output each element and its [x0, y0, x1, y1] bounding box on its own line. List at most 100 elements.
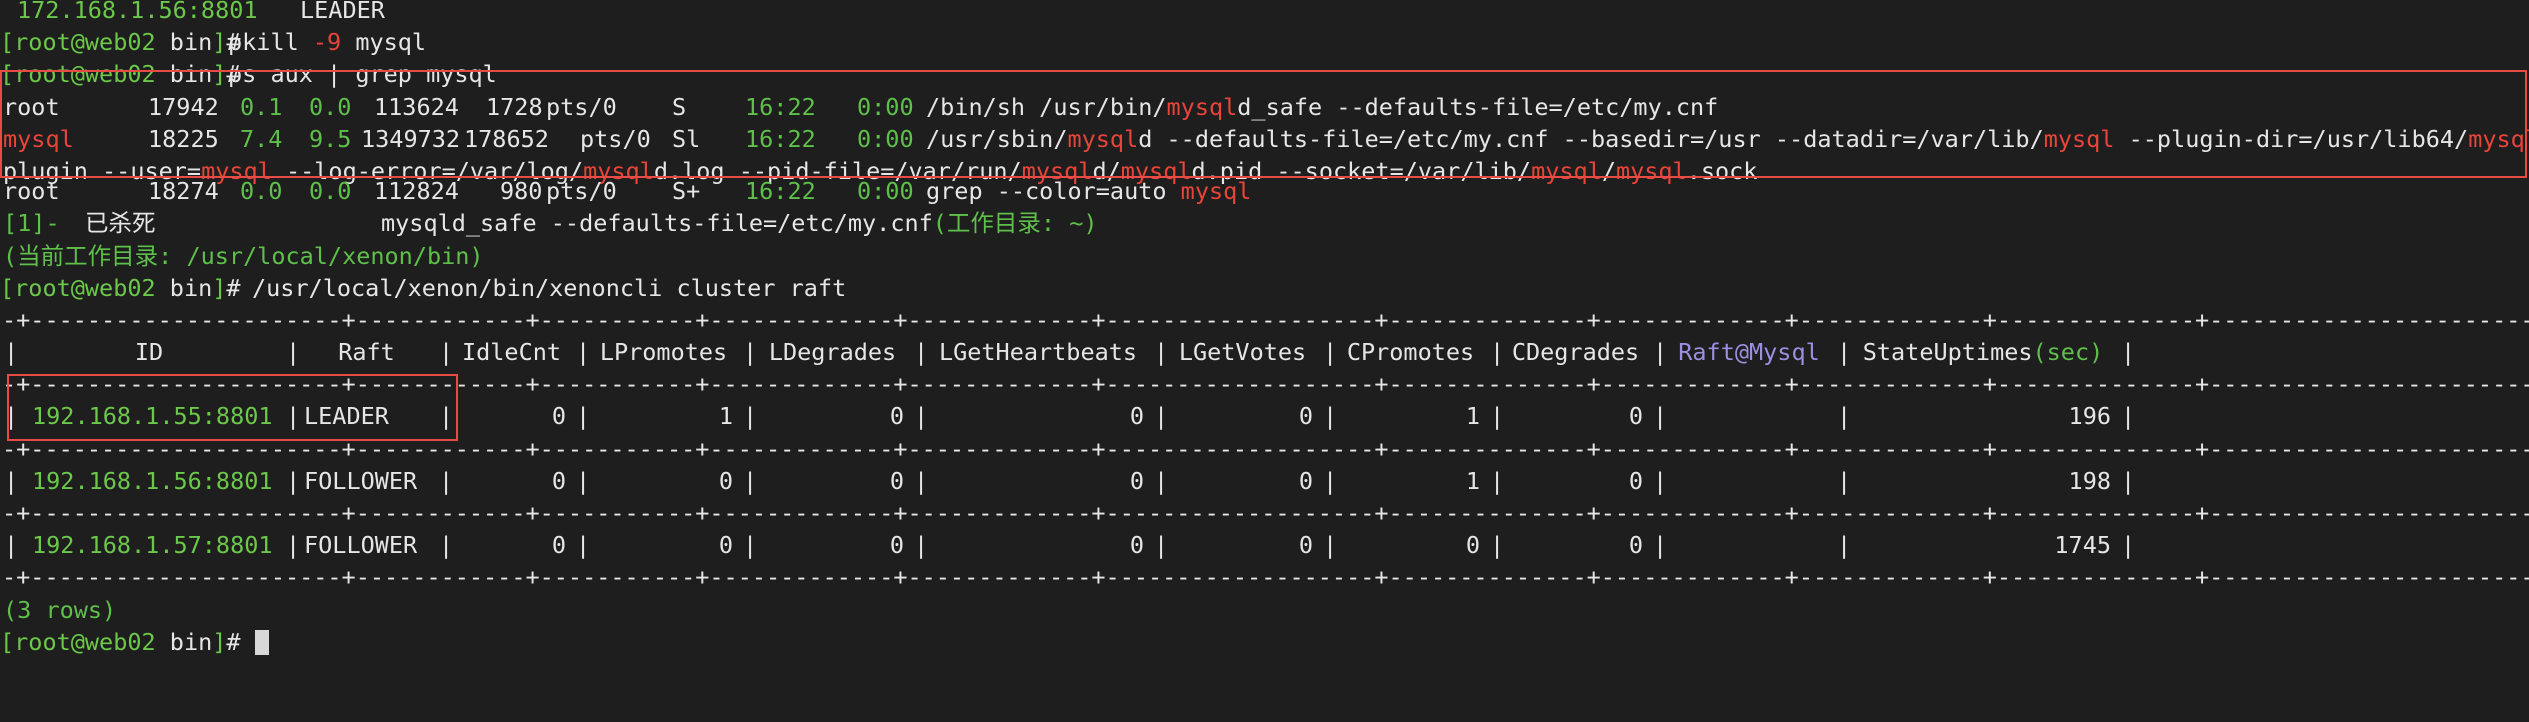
ps-row: mysql 18225 7.4 9.5 1349732 178652 pts/0…	[0, 123, 2529, 155]
ps-start: 16:22	[745, 177, 816, 206]
cursor[interactable]	[254, 629, 269, 655]
table-cell: 0	[551, 531, 566, 560]
ps-rss: 980	[500, 177, 543, 206]
ps-pid: 18225	[148, 124, 219, 153]
ps-vsz: 112824	[374, 177, 459, 206]
cwd-text: (当前工作目录: /usr/local/xenon/bin)	[3, 241, 484, 270]
table-border: -+----------------------+------------+--…	[2, 563, 2529, 592]
table-header-cell: LDegrades	[768, 338, 897, 367]
ps-row: root 17942 0.1 0.0 113624 1728 pts/0 S 1…	[0, 91, 2529, 123]
table-cell: 0	[718, 531, 733, 560]
ps-stat: S	[672, 92, 687, 121]
job-killed-line: [1]- 已杀死 mysqld_safe --defaults-file=/et…	[0, 207, 2529, 239]
table-cell: 0	[1628, 531, 1643, 560]
prev-row-role: LEADER	[300, 0, 385, 24]
ps-mem: 0.0	[309, 92, 352, 121]
table-header-cell: StateUptimes(sec)	[1862, 338, 2104, 367]
table-cell: 198	[2068, 466, 2111, 495]
ps-tty: pts/0	[546, 177, 617, 206]
ps-user: root	[3, 92, 60, 121]
table-cell: 0	[1298, 531, 1313, 560]
prompt-line-pkill: [root@web02 bin]# pkill -9 mysql	[0, 26, 2529, 58]
table-cell: 196	[2068, 402, 2111, 431]
table-header-cell: ID	[134, 338, 164, 367]
ps-cpu: 0.1	[240, 92, 283, 121]
table-cell-raft: FOLLOWER	[304, 466, 418, 495]
ps-vsz: 1349732	[361, 124, 461, 153]
ps-command: /usr/sbin/mysqld --defaults-file=/etc/my…	[926, 124, 2529, 153]
ps-stat: Sl	[672, 124, 701, 153]
table-header-cell: IdleCnt	[461, 338, 562, 367]
table-cell: 1	[1465, 466, 1480, 495]
ps-user: mysql	[3, 124, 74, 153]
ps-cpu: 0.0	[240, 177, 283, 206]
table-cell: 0	[1628, 402, 1643, 431]
ps-tty: pts/0	[580, 124, 651, 153]
ps-start: 16:22	[745, 124, 816, 153]
table-cell: 0	[889, 466, 904, 495]
table-cell: 0	[1465, 531, 1480, 560]
table-cell-id: 192.168.1.56:8801	[32, 466, 273, 495]
raft-table: -+----------------------+------------+--…	[0, 304, 2529, 594]
ps-cpu: 7.4	[240, 124, 283, 153]
prev-table-row: 172.168.1.56:8801 LEADER	[0, 0, 2529, 26]
prev-row-id: 172.168.1.56:8801	[17, 0, 258, 24]
table-cell-raft: FOLLOWER	[304, 531, 418, 560]
table-header-cell: CPromotes	[1346, 338, 1475, 367]
ps-pid: 18274	[148, 177, 219, 206]
table-cell-id: 192.168.1.55:8801	[32, 402, 273, 431]
prompt-line-raft: [root@web02 bin]# /usr/local/xenon/bin/x…	[0, 272, 2529, 304]
ps-command: /bin/sh /usr/bin/mysqld_safe --defaults-…	[926, 92, 1719, 121]
table-cell: 0	[551, 402, 566, 431]
job-status: 已杀死	[85, 209, 156, 238]
ps-vsz: 113624	[374, 92, 459, 121]
table-row: | | | | | | | | | | | | 192.168.1.56:8801 FOLLOWER 0 0 0…	[0, 465, 2529, 497]
table-cell: 0	[1129, 466, 1144, 495]
cwd-line: (当前工作目录: /usr/local/xenon/bin)	[0, 240, 2529, 272]
command-pkill: pkill -9 mysql	[228, 28, 427, 57]
table-header-cell: LGetHeartbeats	[938, 338, 1138, 367]
table-cell-raft: LEADER	[304, 402, 389, 431]
table-cell: 0	[1628, 466, 1643, 495]
table-cell: 0	[1129, 402, 1144, 431]
table-cell: 0	[551, 466, 566, 495]
table-cell: 0	[1298, 402, 1313, 431]
ps-stat: S+	[672, 177, 701, 206]
table-cell: 1745	[2054, 531, 2111, 560]
ps-user: root	[3, 177, 60, 206]
rows-count-line: (3 rows)	[0, 594, 2529, 626]
table-header-cell: Raft	[338, 338, 395, 367]
prompt-line-current[interactable]: [root@web02 bin]#	[0, 626, 2529, 658]
terminal-output[interactable]: 172.168.1.56:8801 LEADER [root@web02 bin…	[0, 0, 2529, 658]
table-border: -+----------------------+------------+--…	[2, 434, 2529, 463]
table-header-row: | | | | | | | | | | | | ID Raft IdleCnt LPromotes LDegra…	[0, 336, 2529, 368]
table-cell: 1	[1465, 402, 1480, 431]
ps-time: 0:00	[857, 124, 914, 153]
shell-prompt: [root@web02 bin]#	[0, 28, 241, 57]
ps-time: 0:00	[857, 177, 914, 206]
ps-time: 0:00	[857, 92, 914, 121]
table-header-cell: Raft@Mysql	[1678, 338, 1820, 367]
ps-pid: 17942	[148, 92, 219, 121]
ps-mem: 9.5	[309, 124, 352, 153]
command-ps: ps aux | grep mysql	[228, 60, 497, 89]
job-command: mysqld_safe --defaults-file=/etc/my.cnf(…	[381, 209, 1098, 238]
table-header-cell: LGetVotes	[1178, 338, 1307, 367]
command-raft: /usr/local/xenon/bin/xenoncli cluster ra…	[252, 273, 847, 302]
ps-start: 16:22	[745, 92, 816, 121]
table-cell: 0	[889, 402, 904, 431]
shell-prompt: [root@web02 bin]#	[0, 60, 241, 89]
table-cell: 0	[1298, 466, 1313, 495]
rows-count: (3 rows)	[3, 595, 117, 624]
table-row: | | | | | | | | | | | | 192.168.1.55:8801 LEADER 0 1 0 0 0…	[0, 400, 2529, 432]
table-header-cell: LPromotes	[599, 338, 728, 367]
table-border: -+----------------------+------------+--…	[2, 499, 2529, 527]
shell-prompt: [root@web02 bin]#	[0, 273, 241, 302]
ps-rss: 1728	[486, 92, 543, 121]
job-id: [1]-	[3, 209, 60, 238]
ps-rss: 178652	[464, 124, 549, 153]
ps-command: grep --color=auto mysql	[926, 177, 1252, 206]
table-border: -+----------------------+------------+--…	[2, 305, 2529, 334]
table-cell: 0	[889, 531, 904, 560]
table-cell-id: 192.168.1.57:8801	[32, 531, 273, 560]
